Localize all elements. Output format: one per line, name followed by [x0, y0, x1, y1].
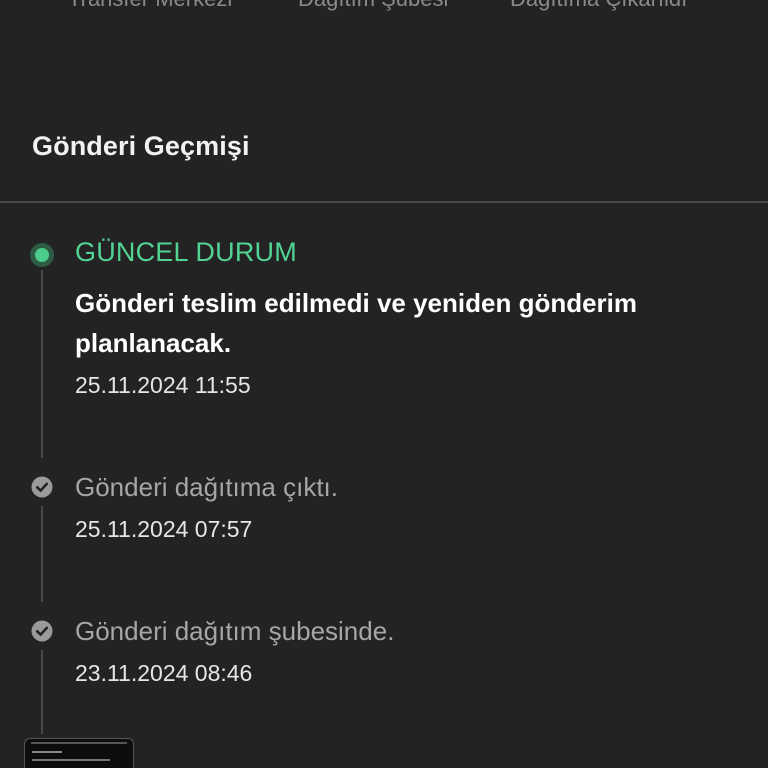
- shipment-tracking-screen: Transfer Merkezi Dağıtım Şubesi Dağıtıma…: [0, 0, 768, 768]
- current-status-label: GÜNCEL DURUM: [75, 237, 297, 267]
- history-event-timestamp: 25.11.2024 07:57: [75, 516, 253, 542]
- history-event-timestamp: 23.11.2024 08:46: [75, 660, 253, 686]
- current-status-dot-icon: [30, 243, 54, 267]
- divider: [0, 201, 768, 203]
- history-title: Gönderi Geçmişi: [32, 131, 250, 161]
- step-transfer-center: Transfer Merkezi: [68, 0, 232, 12]
- timeline-line: [41, 506, 43, 602]
- current-status-timestamp: 25.11.2024 11:55: [75, 372, 251, 398]
- timeline-line: [41, 650, 43, 734]
- history-event-text: Gönderi dağıtıma çıktı.: [75, 472, 339, 502]
- tracking-steps: Transfer Merkezi Dağıtım Şubesi Dağıtıma…: [0, 0, 768, 16]
- history-event-text: Gönderi dağıtım şubesinde.: [75, 616, 395, 646]
- check-circle-icon: [31, 476, 53, 498]
- timeline-line: [41, 270, 43, 458]
- screenshot-thumbnail[interactable]: [24, 738, 134, 768]
- step-distribution-branch: Dağıtım Şubesi: [298, 0, 448, 12]
- current-status-text: Gönderi teslim edilmedi ve yeniden gönde…: [75, 288, 638, 358]
- check-circle-icon: [31, 620, 53, 642]
- step-out-for-delivery: Dağıtıma Çıkarıldı: [510, 0, 687, 12]
